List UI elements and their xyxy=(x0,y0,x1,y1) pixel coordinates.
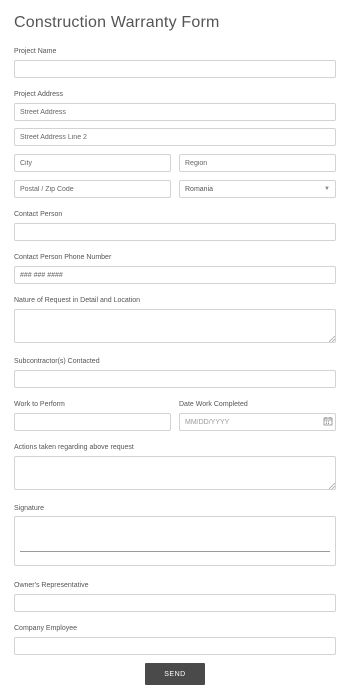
actions-taken-textarea[interactable] xyxy=(14,456,336,490)
project-name-label: Project Name xyxy=(14,48,57,55)
subcontractors-label: Subcontractor(s) Contacted xyxy=(14,358,100,365)
calendar-icon[interactable] xyxy=(323,416,333,426)
date-work-completed-label: Date Work Completed xyxy=(179,401,248,408)
work-to-perform-label: Work to Perform xyxy=(14,401,65,408)
country-select-value: Romania xyxy=(185,185,214,193)
owners-representative-label: Owner's Representative xyxy=(14,582,89,589)
work-to-perform-input[interactable] xyxy=(14,413,171,431)
project-address-label: Project Address xyxy=(14,91,64,98)
chevron-down-icon: ▼ xyxy=(324,186,330,192)
form-title: Construction Warranty Form xyxy=(14,14,220,31)
contact-phone-input[interactable] xyxy=(14,266,336,284)
region-input[interactable] xyxy=(179,154,336,172)
nature-of-request-label: Nature of Request in Detail and Location xyxy=(14,297,141,304)
resize-grip-icon[interactable] xyxy=(329,483,335,489)
signature-line xyxy=(20,551,330,552)
postal-code-input[interactable] xyxy=(14,180,171,198)
country-select[interactable]: Romania ▼ xyxy=(179,180,336,198)
contact-person-input[interactable] xyxy=(14,223,336,241)
project-name-input[interactable] xyxy=(14,60,336,78)
date-work-completed-input[interactable] xyxy=(179,413,336,431)
company-employee-input[interactable] xyxy=(14,637,336,655)
subcontractors-input[interactable] xyxy=(14,370,336,388)
signature-pad[interactable] xyxy=(14,516,336,566)
contact-phone-label: Contact Person Phone Number xyxy=(14,254,112,261)
street-address-input[interactable] xyxy=(14,103,336,121)
signature-label: Signature xyxy=(14,505,44,512)
owners-representative-input[interactable] xyxy=(14,594,336,612)
city-input[interactable] xyxy=(14,154,171,172)
send-button[interactable]: SEND xyxy=(145,663,205,685)
street-address-line2-input[interactable] xyxy=(14,128,336,146)
actions-taken-label: Actions taken regarding above request xyxy=(14,444,134,451)
nature-of-request-textarea[interactable] xyxy=(14,309,336,343)
contact-person-label: Contact Person xyxy=(14,211,63,218)
resize-grip-icon[interactable] xyxy=(329,336,335,342)
warranty-form: Construction Warranty Form Project Name … xyxy=(0,0,350,700)
company-employee-label: Company Employee xyxy=(14,625,78,632)
date-work-completed-field xyxy=(179,413,336,431)
